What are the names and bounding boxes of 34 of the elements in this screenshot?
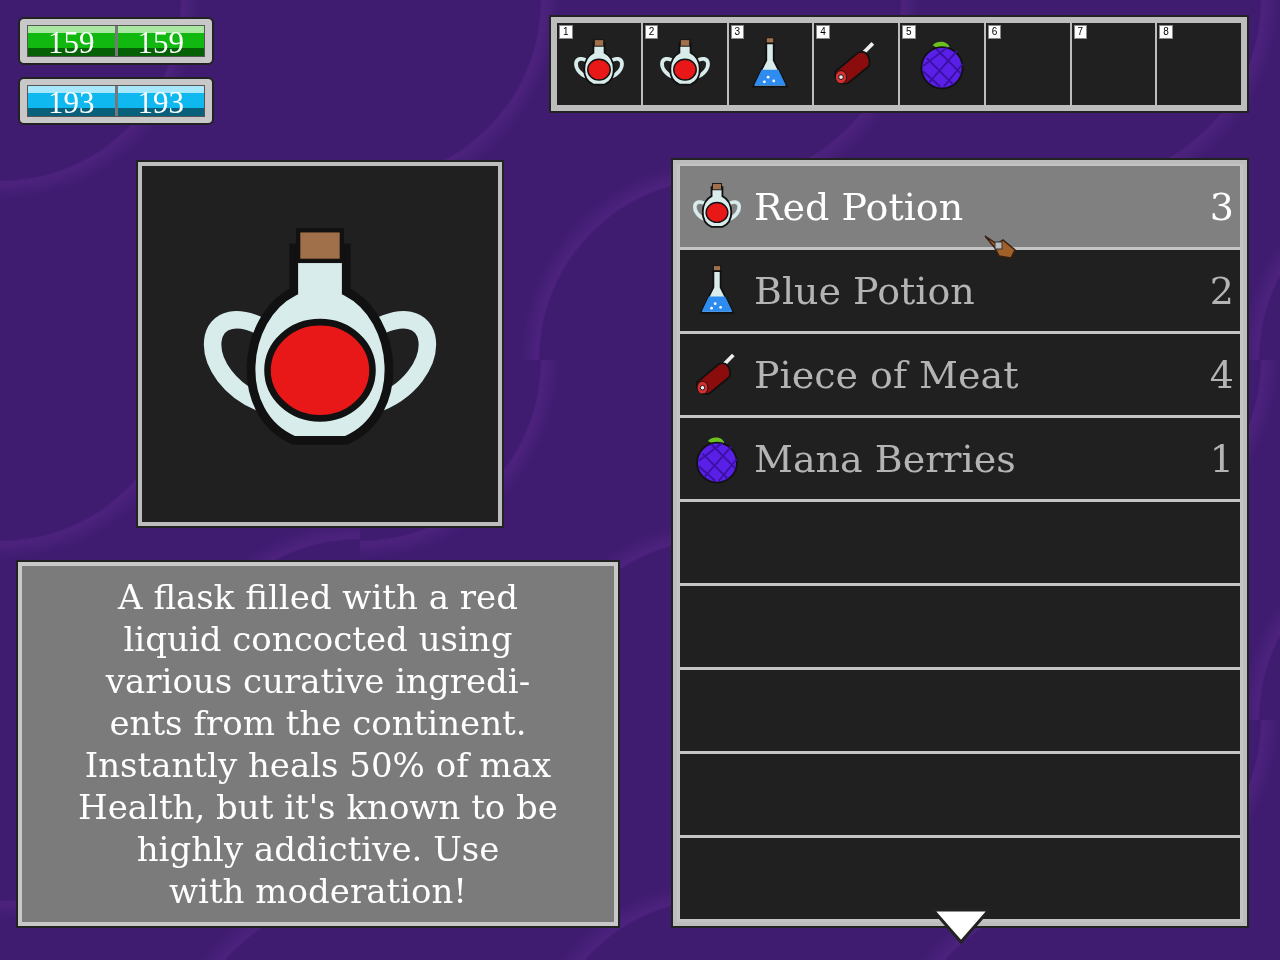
- max-value: 159: [114, 26, 204, 56]
- slot-number: 4: [816, 25, 830, 39]
- hotbar-slot[interactable]: 7: [1071, 23, 1156, 105]
- item-count: 2: [1209, 268, 1234, 313]
- item-count: 4: [1209, 352, 1234, 397]
- item-count: 3: [1209, 184, 1234, 229]
- hotbar-slot[interactable]: 1: [557, 23, 641, 105]
- item-count: 1: [1209, 436, 1234, 481]
- slot-number: 3: [730, 25, 745, 39]
- slot-number: 1: [559, 25, 573, 39]
- item-row[interactable]: Blue Potion 2: [680, 250, 1240, 331]
- slot-number: 5: [902, 25, 916, 39]
- pointing-hand-cursor-icon: [983, 232, 1019, 262]
- hotbar-slot[interactable]: 3: [728, 23, 813, 105]
- slot-number: 7: [1073, 25, 1088, 39]
- hotbar-slot[interactable]: 6: [985, 23, 1070, 105]
- hotbar-slot[interactable]: 5: [900, 23, 984, 105]
- slot-number: 6: [987, 25, 1002, 39]
- hotbar-slot[interactable]: 4: [814, 23, 898, 105]
- max-value: 193: [114, 86, 204, 116]
- item-name: Piece of Meat: [754, 352, 1020, 397]
- item-row[interactable]: Red Potion 3: [680, 166, 1240, 247]
- item-name: Red Potion: [754, 184, 965, 229]
- hotbar-slot[interactable]: 2: [642, 23, 727, 105]
- item-description: A flask filled with a red liquid concocted using various curative ingredi- ents from the continent. Instantly heals 50% of max Health, but it's known to be highly addictive. Use with moderation!: [78, 576, 558, 912]
- item-row[interactable]: Piece of Meat 4: [680, 334, 1240, 415]
- slot-number: 2: [644, 25, 659, 39]
- slot-number: 8: [1159, 25, 1173, 39]
- item-row[interactable]: Mana Berries 1: [680, 418, 1240, 499]
- hotbar-slot[interactable]: 8: [1157, 23, 1241, 105]
- item-name: Mana Berries: [754, 436, 1017, 481]
- current-value: 159: [47, 26, 96, 56]
- item-name: Blue Potion: [754, 268, 976, 313]
- current-value: 193: [47, 86, 96, 116]
